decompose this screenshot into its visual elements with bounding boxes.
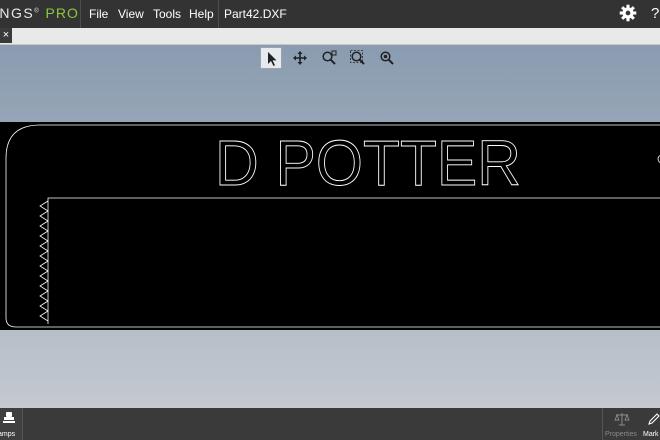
pan-tool-button[interactable] — [289, 47, 311, 69]
divider — [22, 408, 23, 440]
stamps-button[interactable]: amps — [0, 408, 22, 440]
logo-pro: PRO — [45, 5, 79, 21]
app-logo: INGS® PRO — [0, 5, 79, 21]
gear-icon[interactable] — [619, 4, 637, 22]
zoom-window-button[interactable] — [318, 47, 340, 69]
zoom-fit-button[interactable] — [347, 47, 369, 69]
select-icon — [268, 52, 277, 66]
mark-label: Mark — [643, 431, 659, 438]
zoom-window-icon — [322, 50, 337, 65]
engraved-text: D POTTER — [215, 127, 521, 199]
divider — [218, 0, 219, 28]
mark-button[interactable]: Mark — [641, 408, 660, 440]
logo-registered: ® — [34, 8, 41, 15]
scale-icon — [614, 413, 630, 426]
properties-button[interactable]: Properties — [603, 408, 641, 440]
menu-file[interactable]: File — [89, 7, 108, 21]
document-tab-strip: × — [0, 28, 660, 45]
zoom-fit-icon — [350, 50, 365, 65]
open-file-name: Part42.DXF — [224, 7, 287, 21]
pencil-icon — [648, 413, 660, 425]
help-button[interactable]: ? — [651, 5, 659, 22]
stamps-label: amps — [0, 431, 16, 438]
zoom-extents-icon — [380, 51, 394, 65]
menu-help[interactable]: Help — [189, 7, 214, 21]
properties-label: Properties — [605, 431, 637, 438]
view-toolbar — [260, 47, 400, 71]
menu-view[interactable]: View — [118, 7, 144, 21]
pan-icon — [293, 51, 307, 65]
dxf-part-drawing[interactable]: D POTTER — [0, 118, 660, 332]
menu-tools[interactable]: Tools — [153, 7, 181, 21]
close-tab-button[interactable]: × — [0, 28, 12, 43]
divider — [80, 0, 81, 28]
bottom-toolbar: amps Properties Mark — [0, 408, 660, 440]
zoom-extents-button[interactable] — [376, 47, 398, 69]
menu-bar: INGS® PRO File View Tools Help Part42.DX… — [0, 0, 660, 28]
stamp-icon — [3, 412, 15, 423]
select-tool-button[interactable] — [260, 47, 282, 69]
logo-text: INGS — [0, 5, 35, 21]
